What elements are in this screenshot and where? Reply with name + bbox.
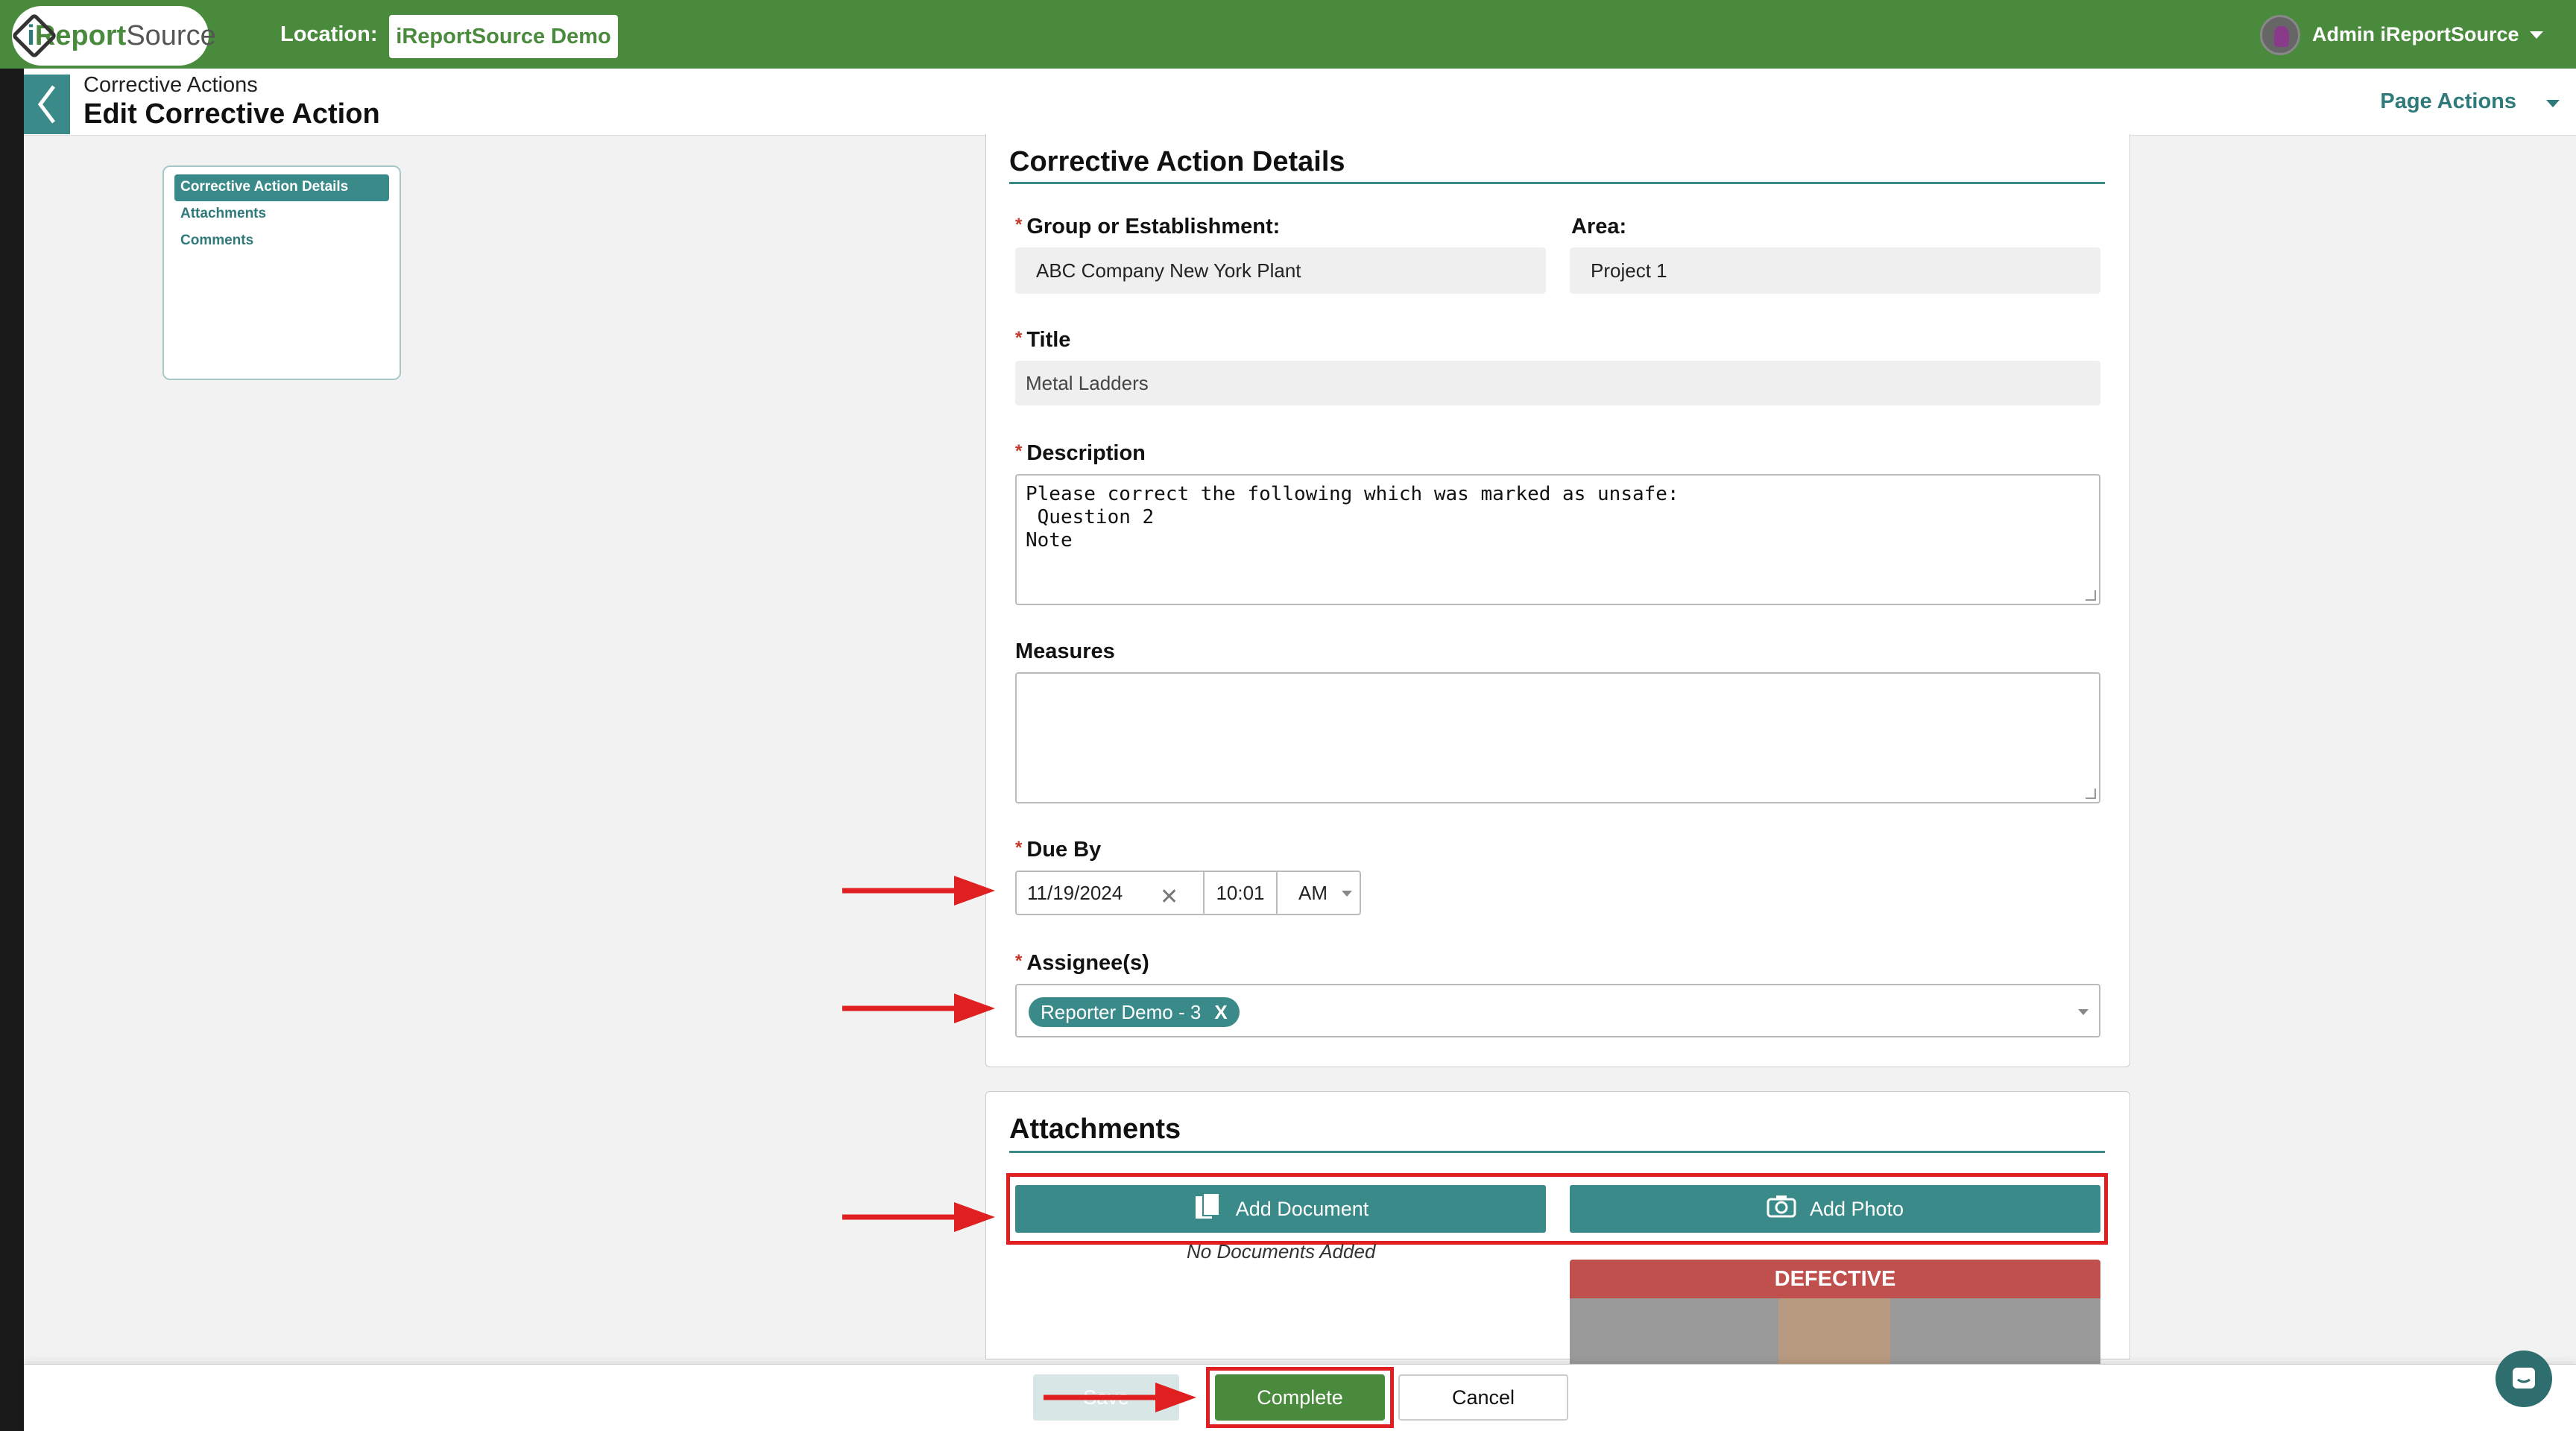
assignee-tag: Reporter Demo - 3 X [1029, 997, 1240, 1027]
due-time-input[interactable]: 10:01 [1203, 871, 1278, 915]
clear-date-icon[interactable]: ✕ [1160, 884, 1178, 910]
assignee-label: * Assignee(s) [1015, 951, 1149, 976]
description-textarea[interactable]: Please correct the following which was m… [1015, 474, 2100, 605]
details-heading: Corrective Action Details [1009, 146, 1345, 177]
no-documents-text: No Documents Added [1187, 1240, 1376, 1263]
annotation-arrow-icon [842, 994, 995, 1023]
top-navbar: iReportSource Location: iReportSource De… [0, 0, 2576, 69]
resize-grip-icon[interactable] [2086, 590, 2096, 601]
page-actions-menu[interactable]: Page Actions [2380, 89, 2516, 114]
complete-button[interactable]: Complete [1215, 1374, 1385, 1421]
chevron-down-icon[interactable] [2078, 1009, 2089, 1015]
ampm-value: AM [1298, 881, 1328, 904]
group-label-text: Group or Establishment: [1026, 215, 1281, 238]
location-label: Location: [280, 22, 378, 46]
measures-textarea[interactable] [1015, 672, 2100, 803]
due-by-label-text: Due By [1026, 838, 1102, 862]
chevron-down-icon[interactable] [2546, 100, 2560, 107]
breadcrumb[interactable]: Corrective Actions [83, 73, 258, 98]
area-field: Project 1 [1570, 247, 2100, 294]
required-marker: * [1015, 951, 1023, 971]
description-text: Please correct the following which was m… [1026, 483, 1679, 552]
add-photo-label: Add Photo [1809, 1197, 1904, 1220]
attachments-heading: Attachments [1009, 1113, 1181, 1145]
required-marker: * [1015, 215, 1023, 235]
location-selector[interactable]: iReportSource Demo [389, 15, 618, 58]
chat-icon[interactable] [2496, 1351, 2552, 1407]
user-menu[interactable]: Admin iReportSource [2312, 23, 2519, 46]
annotation-arrow-icon [842, 1202, 995, 1232]
group-field: ABC Company New York Plant [1015, 247, 1546, 294]
photo-caption: DEFECTIVE [1570, 1260, 2100, 1298]
back-button[interactable] [24, 75, 70, 134]
due-by-label: * Due By [1015, 838, 1101, 862]
attachment-photo[interactable] [1570, 1298, 2100, 1365]
group-label: * Group or Establishment: [1015, 215, 1280, 239]
attachments-divider [1009, 1151, 2105, 1153]
cancel-button[interactable]: Cancel [1398, 1374, 1568, 1421]
description-label: * Description [1015, 441, 1146, 466]
remove-assignee-icon[interactable]: X [1214, 1001, 1227, 1024]
chevron-down-icon[interactable] [1342, 891, 1352, 897]
app-logo[interactable]: iReportSource [10, 6, 216, 66]
assignee-tag-label: Reporter Demo - 3 [1041, 1000, 1202, 1023]
camera-icon [1767, 1194, 1796, 1225]
resize-grip-icon[interactable] [2086, 789, 2096, 799]
page-title: Edit Corrective Action [83, 98, 380, 130]
title-field: Metal Ladders [1015, 361, 2100, 405]
measures-label: Measures [1015, 639, 1115, 663]
title-label: * Title [1015, 328, 1070, 353]
section-nav: Corrective Action Details Attachments Co… [162, 165, 401, 380]
required-marker: * [1015, 838, 1023, 858]
photo-content [1778, 1298, 1890, 1365]
required-marker: * [1015, 328, 1023, 348]
nav-corrective-action-details[interactable]: Corrective Action Details [174, 174, 389, 201]
assignee-label-text: Assignee(s) [1026, 951, 1149, 975]
annotation-arrow-icon [1044, 1383, 1196, 1412]
add-photo-button[interactable]: Add Photo [1570, 1185, 2100, 1233]
page-header: Corrective Actions Edit Corrective Actio… [24, 69, 2576, 136]
left-edge [0, 69, 24, 1431]
chevron-left-icon [37, 85, 55, 124]
details-divider [1009, 182, 2105, 184]
area-label: Area: [1571, 215, 1627, 238]
add-document-label: Add Document [1235, 1197, 1369, 1220]
assignee-select[interactable]: Reporter Demo - 3 X [1015, 984, 2100, 1037]
add-document-button[interactable]: Add Document [1015, 1185, 1546, 1233]
document-icon [1193, 1192, 1222, 1227]
required-marker: * [1015, 441, 1023, 461]
title-label-text: Title [1026, 328, 1071, 352]
annotation-arrow-icon [842, 876, 995, 906]
user-avatar[interactable] [2260, 15, 2300, 55]
chevron-down-icon[interactable] [2530, 31, 2543, 39]
nav-comments[interactable]: Comments [174, 228, 389, 255]
description-label-text: Description [1026, 441, 1146, 465]
nav-attachments[interactable]: Attachments [174, 201, 389, 228]
logo-source: Source [126, 19, 216, 51]
